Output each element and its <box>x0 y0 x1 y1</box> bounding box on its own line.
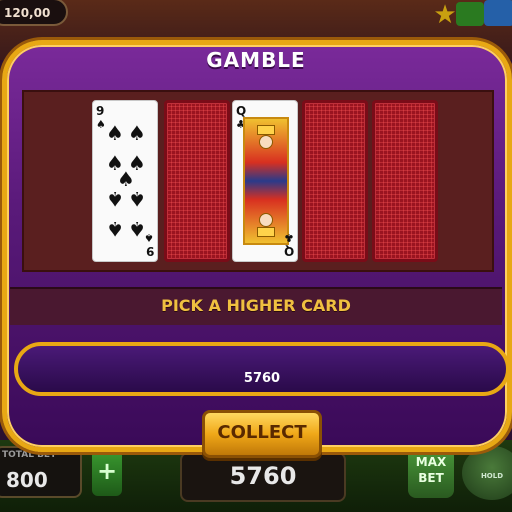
card-rank: Q <box>283 244 294 258</box>
menu-button[interactable] <box>484 0 512 26</box>
card-rank: 9 <box>145 244 154 258</box>
spade-icon: ♠ <box>106 187 124 211</box>
queen-portrait-icon <box>243 117 289 245</box>
gamble-win-bar <box>14 342 510 396</box>
spade-icon: ♠ <box>106 121 124 145</box>
win-value: 5760 <box>229 462 297 490</box>
collect-button[interactable]: COLLECT <box>202 410 322 458</box>
dialog-title: GAMBLE <box>206 48 306 72</box>
spade-icon: ♠ <box>117 167 135 191</box>
star-icon[interactable]: ★ <box>432 2 458 28</box>
balance-display: 120,00 <box>0 0 68 26</box>
card-nine-of-spades: 9 ♠ ♠ ♠ ♠ ♠ ♠ ♠ ♠ ♠ ♠ ♠ 9 <box>92 100 158 262</box>
card-rank: Q <box>236 104 247 118</box>
total-bet-value: 800 <box>6 468 48 492</box>
spade-icon: ♠ <box>144 231 154 244</box>
club-icon: ♣ <box>284 231 294 244</box>
spade-icon: ♠ <box>106 217 124 241</box>
max-bet-button[interactable]: MAX BET <box>408 446 454 498</box>
hint-text: PICK A HIGHER CARD <box>161 296 351 315</box>
spade-icon: ♠ <box>128 187 146 211</box>
shop-button[interactable] <box>456 2 484 26</box>
card-rank: 9 <box>96 104 105 118</box>
increase-bet-button[interactable]: + <box>92 450 122 496</box>
balance-value: 120,00 <box>4 6 51 20</box>
card-queen-of-clubs: Q ♣ ♣ Q <box>232 100 298 262</box>
card-back-1[interactable] <box>164 100 230 262</box>
card-back-2[interactable] <box>302 100 368 262</box>
gamble-win-amount: 5760 <box>243 371 281 386</box>
card-back-3[interactable] <box>372 100 438 262</box>
spade-icon: ♠ <box>128 121 146 145</box>
